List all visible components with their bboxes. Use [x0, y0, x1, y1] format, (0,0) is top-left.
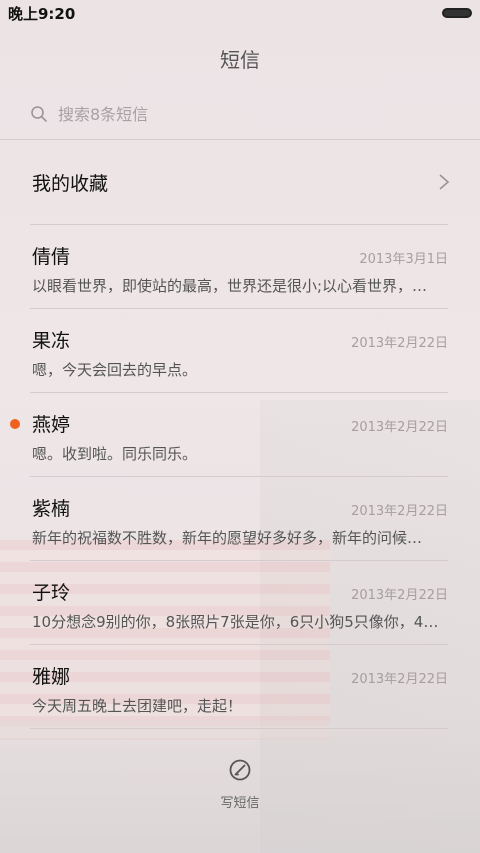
search-input[interactable] — [58, 104, 418, 124]
thread-preview: 新年的祝福数不胜数，新年的愿望好多好多，新年的问候… — [32, 529, 423, 547]
thread-item[interactable]: 果冻 2013年2月22日 嗯，今天会回去的早点。 — [0, 308, 480, 392]
status-bar: 晚上9:20 — [0, 0, 480, 26]
thread-item[interactable]: 雅娜 2013年2月22日 今天周五晚上去团建吧，走起！ — [0, 644, 480, 728]
thread-preview: 今天周五晚上去团建吧，走起！ — [32, 697, 243, 715]
favorites-row[interactable]: 我的收藏 — [0, 140, 480, 224]
thread-date: 2013年3月1日 — [359, 252, 448, 267]
thread-item[interactable]: 紫楠 2013年2月22日 新年的祝福数不胜数，新年的愿望好多好多，新年的问候… — [0, 476, 480, 560]
compose-icon — [229, 759, 251, 781]
thread-name: 倩倩 — [32, 246, 71, 268]
thread-date: 2013年2月22日 — [351, 588, 448, 603]
thread-name: 紫楠 — [32, 498, 71, 520]
thread-date: 2013年2月22日 — [351, 336, 448, 351]
favorites-label: 我的收藏 — [32, 172, 109, 195]
thread-item[interactable]: 子玲 2013年2月22日 10分想念9别的你，8张照片7张是你，6只小狗5只像… — [0, 560, 480, 644]
thread-name: 雅娜 — [32, 666, 71, 688]
battery-icon — [442, 8, 472, 18]
thread-preview: 嗯，今天会回去的早点。 — [32, 361, 198, 379]
thread-name: 燕婷 — [32, 414, 71, 436]
compose-button[interactable]: 写短信 — [190, 758, 290, 818]
unread-indicator — [10, 419, 20, 429]
thread-name: 果冻 — [32, 330, 71, 352]
page-title: 短信 — [220, 48, 260, 72]
thread-date: 2013年2月22日 — [351, 672, 448, 687]
status-time: 晚上9:20 — [8, 4, 76, 23]
thread-item[interactable]: 燕婷 2013年2月22日 嗯。收到啦。同乐同乐。 — [0, 392, 480, 476]
thread-item[interactable]: 倩倩 2013年3月1日 以眼看世界，即使站的最高，世界还是很小;以心看世界，… — [0, 224, 480, 308]
thread-preview: 以眼看世界，即使站的最高，世界还是很小;以心看世界，… — [32, 277, 428, 295]
thread-name: 子玲 — [32, 582, 71, 604]
thread-preview: 10分想念9别的你，8张照片7张是你，6只小狗5只像你，4… — [32, 613, 439, 631]
search-bar[interactable] — [30, 100, 450, 128]
divider — [30, 728, 448, 729]
chevron-right-icon — [439, 174, 450, 190]
thread-date: 2013年2月22日 — [351, 504, 448, 519]
thread-date: 2013年2月22日 — [351, 420, 448, 435]
thread-preview: 嗯。收到啦。同乐同乐。 — [32, 445, 198, 463]
compose-label: 写短信 — [220, 796, 260, 811]
search-icon — [31, 106, 47, 122]
